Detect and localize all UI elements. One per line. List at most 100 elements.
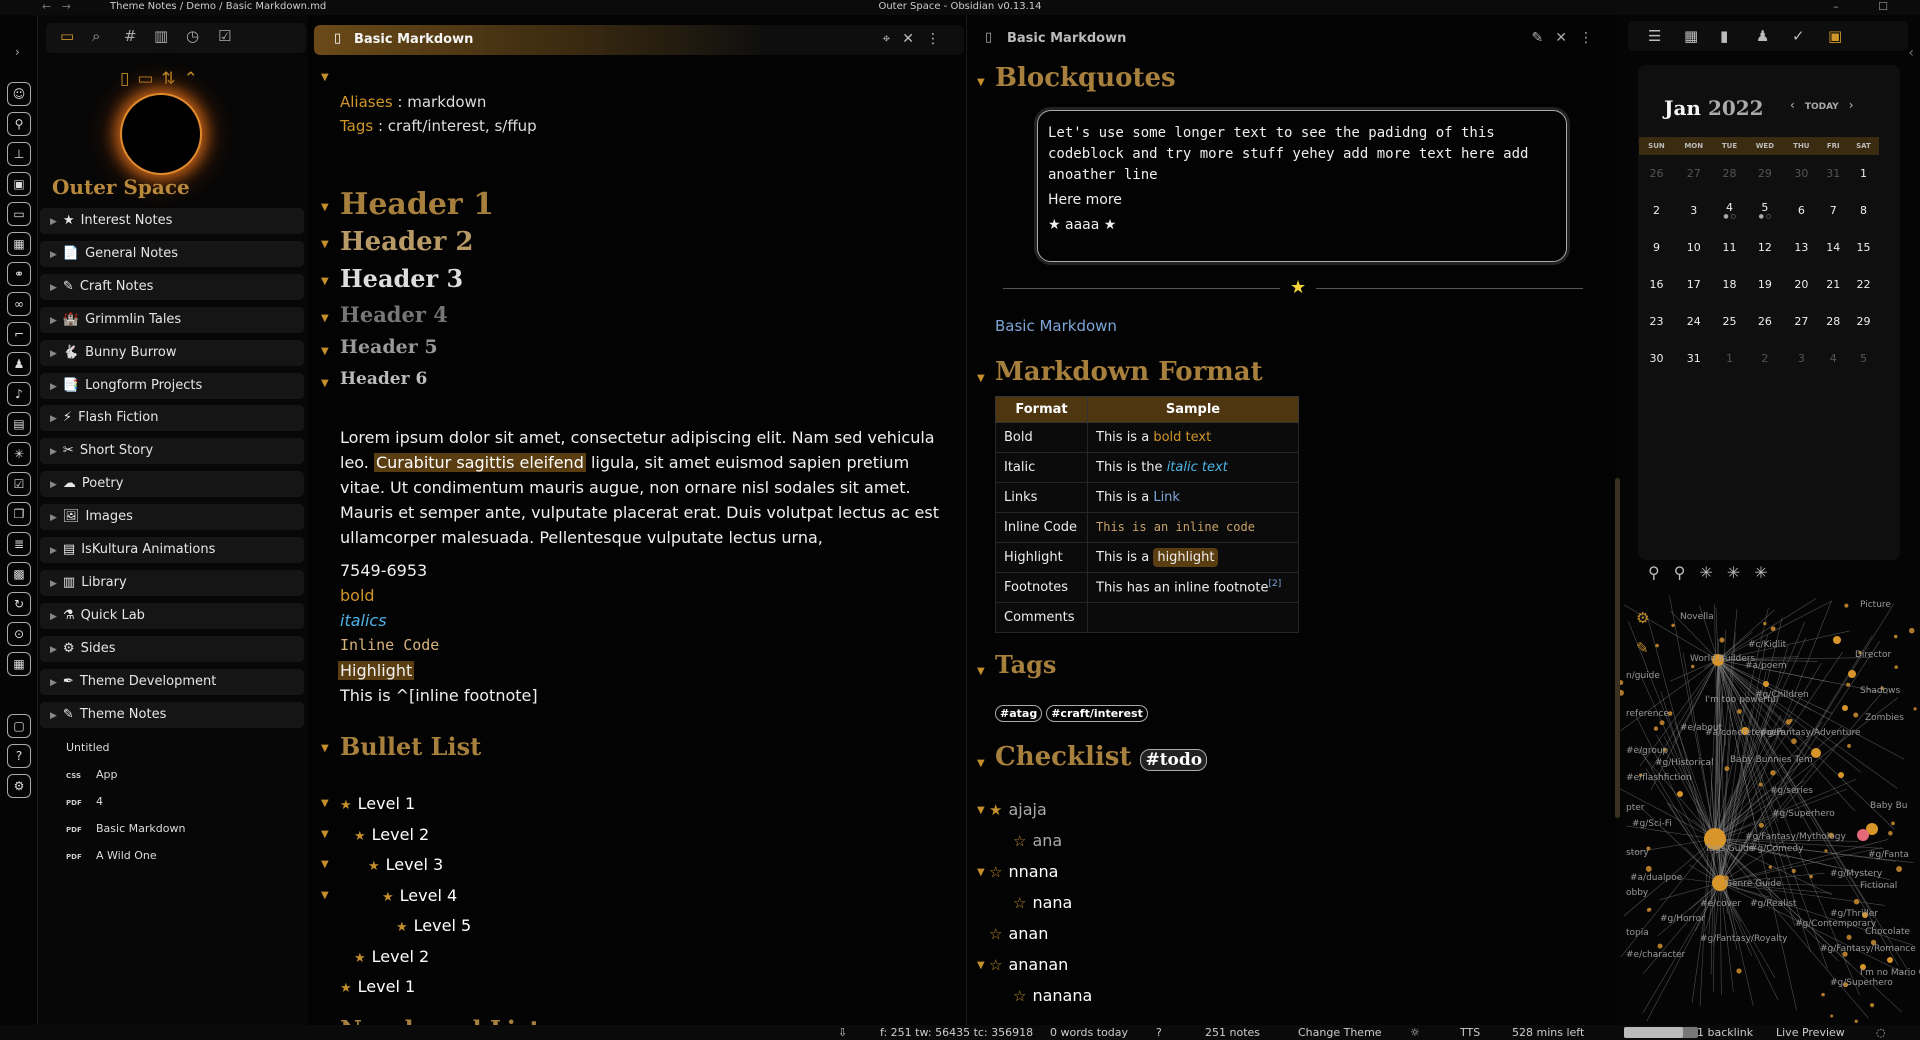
folder-item[interactable]: ▶ ✎ Craft Notes	[40, 273, 304, 300]
calendar-day[interactable]: 8	[1848, 192, 1879, 229]
calendar-day[interactable]: 3	[1674, 192, 1714, 229]
checklist-item[interactable]: ☆ ana	[1013, 831, 1062, 850]
todo-tag[interactable]: #todo	[1140, 749, 1208, 771]
graph-node[interactable]	[1842, 705, 1848, 711]
graph-node[interactable]	[1844, 603, 1849, 608]
fold-toggle[interactable]: ▼	[977, 77, 985, 88]
preview-tab[interactable]: ▯ Basic Markdown ✎✕⋮	[967, 25, 1617, 55]
star-outline-icon[interactable]: ☆	[1013, 894, 1026, 912]
star-filled-icon[interactable]: ★	[989, 801, 1002, 819]
calendar-day[interactable]: 5 ● ○	[1746, 192, 1785, 229]
fold-toggle[interactable]: ▼	[321, 743, 329, 754]
speaker-icon[interactable]: ♪	[7, 382, 31, 406]
calendar-day[interactable]: 16	[1639, 266, 1674, 303]
backlink-count[interactable]: 1 backlink	[1697, 1026, 1753, 1039]
calendar-day[interactable]: 4	[1819, 340, 1848, 377]
folder-item[interactable]: ▶ ⚡ Flash Fiction	[40, 405, 304, 432]
graph-node[interactable]	[1758, 822, 1764, 828]
graph-node[interactable]	[1620, 689, 1624, 696]
fold-toggle[interactable]: ▼	[321, 276, 329, 287]
folder-item[interactable]: ▶ ☁ Poetry	[40, 471, 304, 498]
image-icon[interactable]: ▣	[7, 172, 31, 196]
file-item[interactable]: PDF Basic Markdown	[66, 822, 185, 835]
calendar-day[interactable]: 11	[1713, 229, 1745, 266]
folder-item[interactable]: ▶ 📑 Longform Projects	[40, 372, 304, 399]
face-icon[interactable]: ☺	[7, 82, 31, 106]
list-icon[interactable]: ☰	[1648, 27, 1661, 45]
fold-toggle[interactable]: ▼	[321, 239, 329, 250]
vault-icon[interactable]: ▢	[7, 714, 31, 738]
graph-node[interactable]	[1894, 665, 1898, 669]
calendar-day[interactable]: 27	[1784, 303, 1818, 340]
file-item[interactable]: CSS App	[66, 768, 118, 781]
checklist-item[interactable]: ☆ ananan	[989, 955, 1068, 974]
task-icon[interactable]: ☑	[218, 27, 231, 45]
graph-canvas[interactable]: PictureNovellaDirector#c/KidlitWorld Bui…	[1620, 595, 1920, 1025]
graph-node-active[interactable]	[1857, 829, 1869, 841]
folder-item[interactable]: ▶ 🖼 Images	[40, 504, 304, 531]
graph-node[interactable]	[1657, 943, 1663, 949]
fold-toggle[interactable]: ▼	[977, 960, 985, 971]
chat-icon[interactable]: ◌	[1876, 1026, 1886, 1039]
calendar-day[interactable]: 28	[1713, 155, 1745, 192]
graph-node[interactable]	[1671, 623, 1675, 628]
folder-icon[interactable]: ▭	[60, 27, 74, 45]
sun-icon[interactable]: ☼	[1410, 1026, 1420, 1039]
settings-icon[interactable]: ⚙	[7, 774, 31, 798]
help-icon[interactable]: ?	[1156, 1026, 1162, 1039]
graph-node[interactable]	[1896, 866, 1903, 872]
graph-node[interactable]	[1824, 849, 1828, 853]
folder-item[interactable]: ▶ ✎ Theme Notes	[40, 701, 304, 728]
crop-icon[interactable]: ⌐	[7, 322, 31, 346]
editor-tab[interactable]: ▯ Basic Markdown ⌖✕⋮	[314, 25, 964, 55]
graph-node[interactable]	[1659, 720, 1665, 726]
calendar-day[interactable]: 26	[1746, 303, 1785, 340]
graph-node[interactable]	[1677, 791, 1683, 797]
checklist-item[interactable]: ☆ nanana	[1013, 986, 1092, 1005]
folder-item[interactable]: ▶ 🏰 Grimmlin Tales	[40, 306, 304, 333]
fold-toggle[interactable]: ▼	[321, 202, 329, 213]
run-icon[interactable]: ♟	[7, 352, 31, 376]
graph-node[interactable]	[1791, 738, 1797, 745]
link-icon[interactable]: ∞	[7, 292, 31, 316]
tab-actions[interactable]: ⌖✕⋮	[882, 31, 952, 47]
folder-item[interactable]: ▶ ▤ IsKultura Animations	[40, 537, 304, 563]
calendar-day[interactable]: 14	[1819, 229, 1848, 266]
graph-node[interactable]	[1719, 637, 1725, 643]
graph-node[interactable]	[1758, 782, 1763, 787]
graph-node[interactable]	[1737, 709, 1742, 714]
change-theme-button[interactable]: Change Theme	[1298, 1026, 1382, 1039]
file-item[interactable]: PDF 4	[66, 795, 103, 808]
next-month-icon[interactable]: ›	[1849, 98, 1854, 112]
calendar-day[interactable]: 4 ● ○	[1713, 192, 1745, 229]
graph-node[interactable]	[1645, 865, 1652, 872]
checklist-item[interactable]: ☆ anan	[989, 924, 1048, 943]
tag-icon[interactable]: #	[124, 27, 137, 45]
help-icon[interactable]: ?	[7, 744, 31, 768]
graph-node[interactable]	[1833, 636, 1841, 644]
table-icon[interactable]: ▦	[7, 652, 31, 676]
graph-node[interactable]	[1736, 968, 1742, 974]
graph-node[interactable]	[1853, 712, 1859, 718]
fold-toggle[interactable]: ▼	[321, 798, 329, 809]
fold-toggle[interactable]: ▼	[977, 758, 985, 769]
fold-toggle[interactable]: ▼	[321, 313, 329, 324]
graph-node[interactable]	[1789, 718, 1793, 723]
tag-pill[interactable]: #craft/interest	[1046, 705, 1148, 722]
calendar-day[interactable]: 27	[1674, 155, 1714, 192]
window-controls[interactable]: – ☐	[1833, 0, 1906, 13]
fold-toggle[interactable]: ▼	[977, 373, 985, 384]
fold-toggle[interactable]: ▼	[321, 829, 329, 840]
folder-item[interactable]: ▶ 🐇 Bunny Burrow	[40, 339, 304, 366]
calendar-day[interactable]: 7	[1819, 192, 1848, 229]
graph-node[interactable]	[1830, 1014, 1834, 1018]
refresh-icon[interactable]: ↻	[7, 592, 31, 616]
tags-field[interactable]: Tags : craft/interest, s/ffup	[340, 117, 537, 135]
fold-toggle[interactable]: ▼	[321, 346, 329, 357]
graph-node[interactable]	[1854, 1019, 1858, 1023]
calendar-day[interactable]: 22	[1848, 266, 1879, 303]
graph-node[interactable]	[1893, 634, 1898, 639]
folder-item[interactable]: ▶ ⚙ Sides	[40, 635, 304, 662]
sample-value[interactable]: Link	[1153, 490, 1180, 505]
calendar-icon[interactable]: ▦	[7, 232, 31, 256]
